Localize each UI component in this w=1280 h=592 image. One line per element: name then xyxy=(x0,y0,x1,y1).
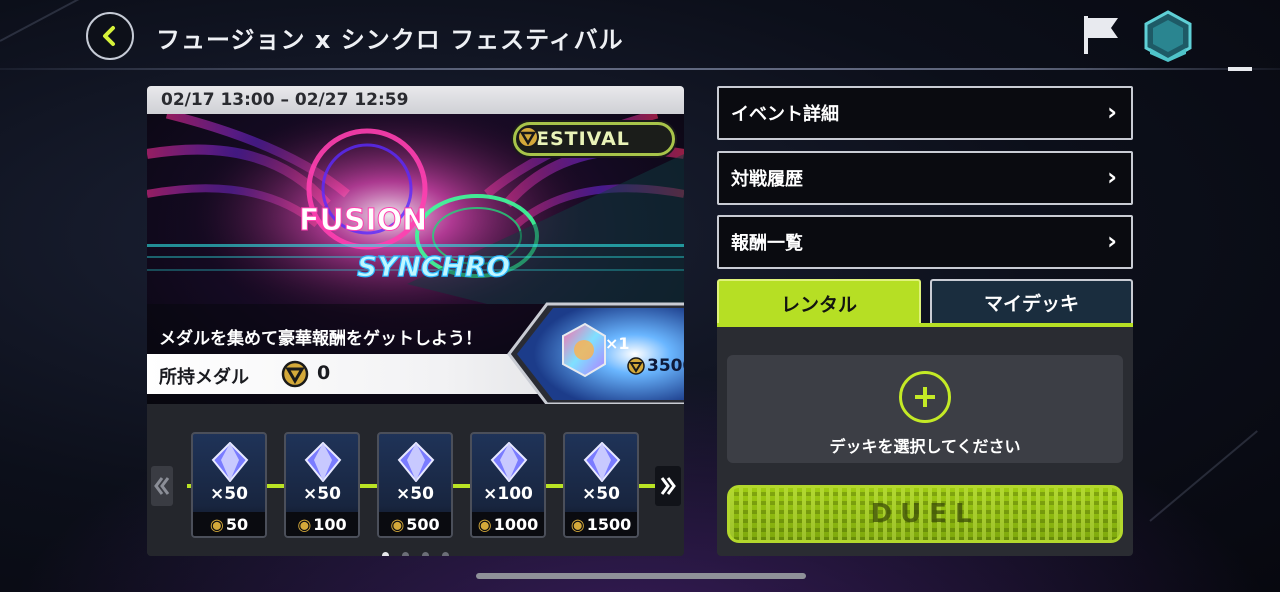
flag-icon[interactable] xyxy=(1080,12,1124,60)
reward-qty: ×50 xyxy=(396,484,434,504)
reward-cost: ◉ 50 xyxy=(193,512,265,536)
carousel-prev-button[interactable] xyxy=(151,466,173,506)
chevron-right-icon: › xyxy=(1107,227,1117,255)
gem-icon xyxy=(583,442,621,482)
event-date-range: 02/17 13:00 – 02/27 12:59 xyxy=(147,86,684,114)
gem-icon xyxy=(490,442,528,482)
medal-icon xyxy=(517,126,539,148)
double-chevron-right-icon xyxy=(660,477,676,495)
reward-qty: ×50 xyxy=(303,484,341,504)
owned-medals-count: 0 xyxy=(317,362,331,384)
chevron-right-icon: › xyxy=(1107,163,1117,191)
reward-cost-value: 1500 xyxy=(586,514,632,534)
duel-button[interactable]: DUEL xyxy=(727,485,1123,543)
featured-reward-price-value: 3500 xyxy=(647,356,684,376)
medal-icon xyxy=(627,357,645,375)
reward-item[interactable]: ×50 ◉ 100 xyxy=(284,432,360,538)
deck-select-hint: デッキを選択してください xyxy=(829,437,1021,456)
tab-my-deck[interactable]: マイデッキ xyxy=(930,279,1133,327)
gem-icon xyxy=(304,442,342,482)
gem-icon xyxy=(397,442,435,482)
rank-emblem-icon[interactable] xyxy=(1140,8,1196,68)
chevron-left-icon xyxy=(103,26,115,46)
header-divider xyxy=(0,68,1280,70)
carousel-pager xyxy=(147,544,684,556)
reward-cost: ◉ 1500 xyxy=(565,512,637,536)
reward-list-button[interactable]: 報酬一覧 › xyxy=(717,215,1133,269)
banner-title-fusion: FUSION xyxy=(299,203,427,238)
header-divider-mark xyxy=(1228,67,1252,71)
deck-select-slot[interactable]: デッキを選択してください xyxy=(727,355,1123,463)
battle-history-label: 対戦履歴 xyxy=(731,169,803,190)
reward-qty: ×100 xyxy=(483,484,533,504)
owned-medals-label: 所持メダル xyxy=(159,367,249,388)
featured-reward-price: 3500 xyxy=(627,356,684,376)
banner-title-synchro: SYNCHRO xyxy=(357,250,510,283)
medal-icon xyxy=(281,360,309,392)
home-indicator[interactable] xyxy=(476,573,806,579)
reward-cost-value: 1000 xyxy=(493,514,539,534)
plus-icon[interactable] xyxy=(899,371,951,423)
reward-item[interactable]: ×50 ◉ 1500 xyxy=(563,432,639,538)
medal-icon: ◉ xyxy=(570,514,585,534)
reward-cost: ◉ 1000 xyxy=(472,512,544,536)
reward-list-label: 報酬一覧 xyxy=(731,233,803,254)
reward-qty: ×50 xyxy=(210,484,248,504)
festival-badge: FESTIVAL xyxy=(513,122,675,156)
battle-history-button[interactable]: 対戦履歴 › xyxy=(717,151,1133,205)
reward-cost: ◉ 500 xyxy=(379,512,451,536)
double-chevron-left-icon xyxy=(154,477,170,495)
event-slogan: メダルを集めて豪華報酬をゲットしよう！ xyxy=(159,329,482,349)
medal-icon: ◉ xyxy=(297,514,312,534)
event-details-label: イベント詳細 xyxy=(731,104,839,125)
featured-reward[interactable] xyxy=(507,302,684,406)
medal-icon: ◉ xyxy=(209,514,224,534)
reward-item[interactable]: ×100 ◉ 1000 xyxy=(470,432,546,538)
back-button[interactable] xyxy=(86,12,134,60)
carousel-next-button[interactable] xyxy=(655,466,681,506)
reward-item[interactable]: ×50 ◉ 500 xyxy=(377,432,453,538)
event-details-button[interactable]: イベント詳細 › xyxy=(717,86,1133,140)
chevron-right-icon: › xyxy=(1107,98,1117,126)
pager-dot[interactable] xyxy=(442,552,450,556)
header-bar: フュージョン x シンクロ フェスティバル xyxy=(0,0,1280,71)
reward-cost-value: 100 xyxy=(313,514,347,534)
deck-tabs: レンタル マイデッキ xyxy=(717,279,1133,327)
page-title: フュージョン x シンクロ フェスティバル xyxy=(156,26,624,54)
tab-rental[interactable]: レンタル xyxy=(717,279,921,327)
pager-dot[interactable] xyxy=(422,552,430,556)
reward-qty: ×50 xyxy=(582,484,620,504)
deck-panel: デッキを選択してください DUEL xyxy=(717,327,1133,556)
gem-icon xyxy=(211,442,249,482)
medal-icon: ◉ xyxy=(477,514,492,534)
reward-cost-value: 50 xyxy=(225,514,249,534)
event-panel: 02/17 13:00 – 02/27 12:59 FUSION SYNCHRO… xyxy=(147,86,684,556)
pager-dot[interactable] xyxy=(381,552,389,556)
reward-cost: ◉ 100 xyxy=(286,512,358,536)
duel-button-label: DUEL xyxy=(870,499,980,529)
reward-item[interactable]: ×50 ◉ 50 xyxy=(191,432,267,538)
reward-cost-value: 500 xyxy=(406,514,440,534)
medal-icon: ◉ xyxy=(390,514,405,534)
reward-carousel: ×50 ◉ 50 ×50 ◉ 100 ×50 ◉ 500 ×100 ◉ 1000 ×50… xyxy=(147,404,684,556)
pager-dot[interactable] xyxy=(401,552,409,556)
featured-reward-qty: ×1 xyxy=(605,334,630,353)
